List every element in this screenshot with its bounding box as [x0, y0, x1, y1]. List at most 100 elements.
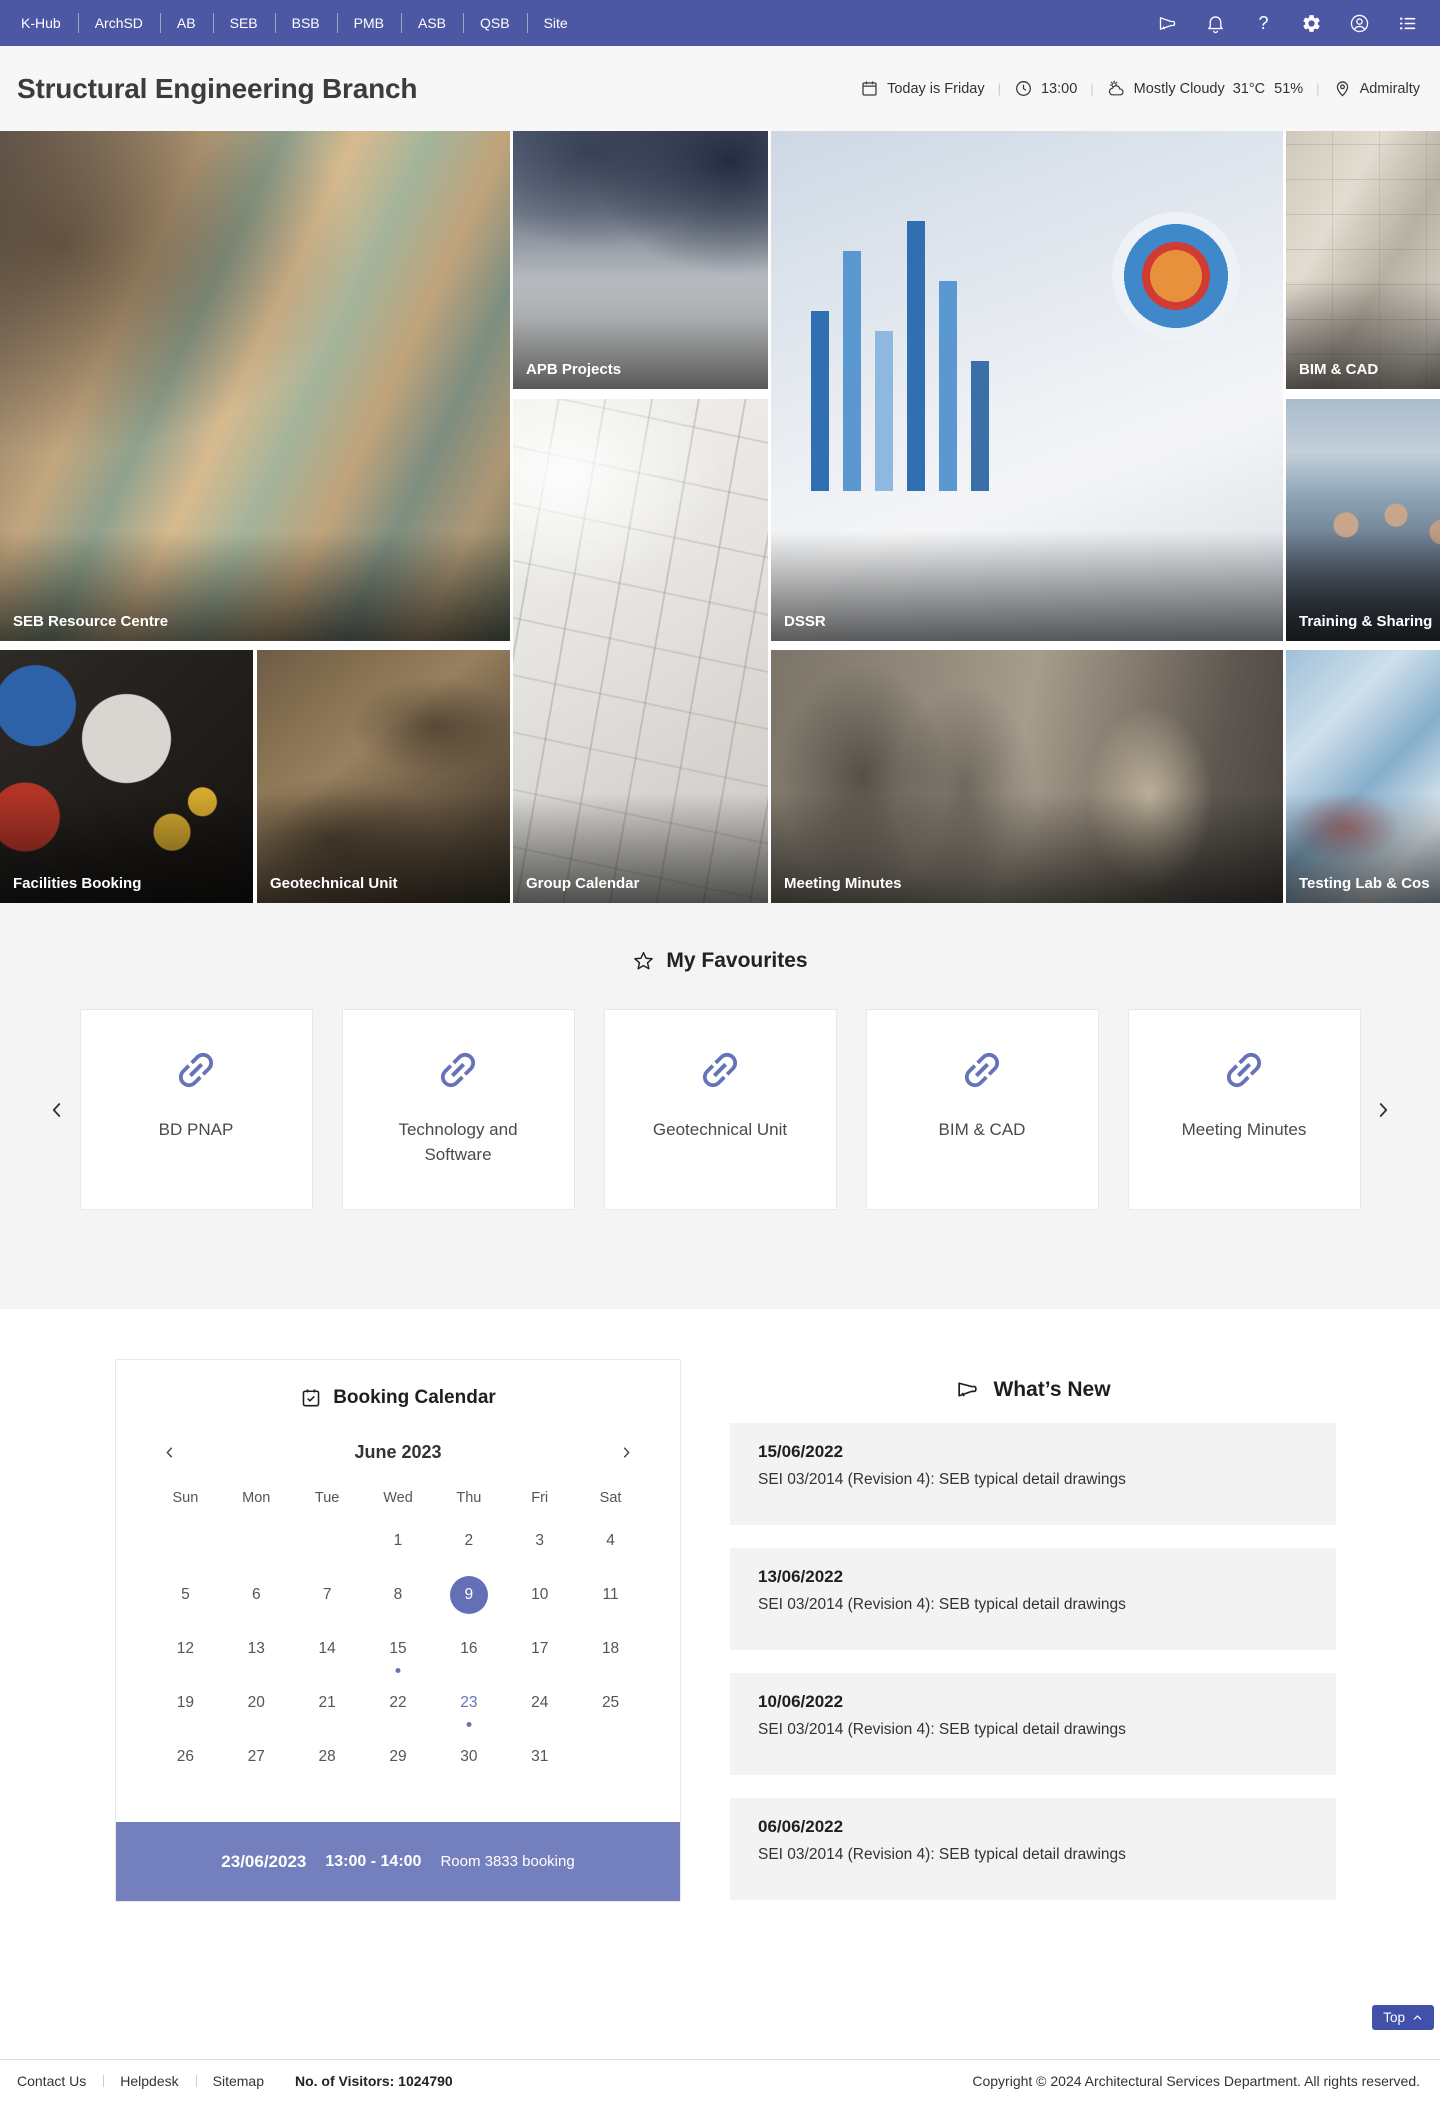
link-icon	[1220, 1046, 1268, 1094]
favourite-card-geotechnical-unit[interactable]: Geotechnical Unit	[604, 1009, 837, 1210]
favourites-row: BD PNAP Technology and Software Geotechn…	[0, 1009, 1440, 1210]
nav-item-asb[interactable]: ASB	[401, 0, 463, 46]
chevron-up-icon	[1412, 2012, 1423, 2023]
day-header: Fri	[504, 1490, 575, 1506]
footer-link-contact-us[interactable]: Contact Us	[17, 2073, 103, 2089]
whats-new-item[interactable]: 13/06/2022 SEI 03/2014 (Revision 4): SEB…	[730, 1548, 1336, 1650]
calendar-day-7[interactable]: 7	[292, 1568, 363, 1622]
calendar-day-11[interactable]: 11	[575, 1568, 646, 1622]
footer-row: Contact Us Helpdesk Sitemap No. of Visit…	[0, 2060, 1440, 2102]
tile-training-sharing[interactable]: Training & Sharing	[1286, 399, 1440, 641]
nav-item-qsb[interactable]: QSB	[463, 0, 527, 46]
tile-bim-cad[interactable]: BIM & CAD	[1286, 131, 1440, 389]
favourite-card-bd-pnap[interactable]: BD PNAP	[80, 1009, 313, 1210]
calendar-day-21[interactable]: 21	[292, 1676, 363, 1730]
clock-icon	[1014, 79, 1033, 98]
calendar-day-24[interactable]: 24	[504, 1676, 575, 1730]
tile-dssr[interactable]: DSSR	[771, 131, 1283, 641]
tile-group-calendar[interactable]: Group Calendar	[513, 399, 768, 903]
nav-item-site[interactable]: Site	[527, 0, 585, 46]
day-header: Tue	[292, 1490, 363, 1506]
nav-item-pmb[interactable]: PMB	[337, 0, 401, 46]
whats-new-list: 15/06/2022 SEI 03/2014 (Revision 4): SEB…	[730, 1423, 1336, 1900]
calendar-day-26[interactable]: 26	[150, 1730, 221, 1784]
calendar-day-14[interactable]: 14	[292, 1622, 363, 1676]
tile-geotechnical-unit[interactable]: Geotechnical Unit	[257, 650, 510, 903]
calendar-month-label: June 2023	[354, 1442, 441, 1462]
calendar-day-22[interactable]: 22	[363, 1676, 434, 1730]
list-menu-icon[interactable]	[1397, 13, 1418, 34]
nav-item-ab[interactable]: AB	[160, 0, 213, 46]
carousel-prev-icon[interactable]	[46, 1099, 68, 1121]
calendar-day-15[interactable]: 15	[363, 1622, 434, 1676]
tile-seb-resource-centre[interactable]: SEB Resource Centre	[0, 131, 510, 641]
news-date: 06/06/2022	[758, 1817, 1308, 1837]
footer-link-helpdesk[interactable]: Helpdesk	[103, 2073, 195, 2089]
calendar-day-19[interactable]: 19	[150, 1676, 221, 1730]
news-text: SEI 03/2014 (Revision 4): SEB typical de…	[758, 1721, 1308, 1739]
favourites-section: My Favourites BD PNAP Technology and Sof…	[0, 903, 1440, 1309]
calendar-day-6[interactable]: 6	[221, 1568, 292, 1622]
nav-items: K-HubArchSDABSEBBSBPMBASBQSBSite	[4, 0, 585, 46]
nav-item-seb[interactable]: SEB	[213, 0, 275, 46]
calendar-day-13[interactable]: 13	[221, 1622, 292, 1676]
event-dot	[395, 1668, 400, 1673]
top-nav-bar: K-HubArchSDABSEBBSBPMBASBQSBSite ?	[0, 0, 1440, 46]
calendar-day-29[interactable]: 29	[363, 1730, 434, 1784]
next-month-icon[interactable]	[619, 1445, 634, 1460]
calendar-day-9[interactable]: 9	[433, 1568, 504, 1622]
bell-icon[interactable]	[1205, 13, 1226, 34]
day-header: Sun	[150, 1490, 221, 1506]
calendar-day-empty	[150, 1514, 221, 1568]
whats-new-item[interactable]: 10/06/2022 SEI 03/2014 (Revision 4): SEB…	[730, 1673, 1336, 1775]
account-icon[interactable]	[1349, 13, 1370, 34]
favourite-card-meeting-minutes[interactable]: Meeting Minutes	[1128, 1009, 1361, 1210]
calendar-day-30[interactable]: 30	[433, 1730, 504, 1784]
favourite-card-technology-and-software[interactable]: Technology and Software	[342, 1009, 575, 1210]
calendar-day-20[interactable]: 20	[221, 1676, 292, 1730]
back-to-top-button[interactable]: Top	[1372, 2005, 1434, 2030]
day-header: Wed	[363, 1490, 434, 1506]
tile-meeting-minutes[interactable]: Meeting Minutes	[771, 650, 1283, 903]
calendar-day-17[interactable]: 17	[504, 1622, 575, 1676]
whats-new-item[interactable]: 15/06/2022 SEI 03/2014 (Revision 4): SEB…	[730, 1423, 1336, 1525]
calendar-day-4[interactable]: 4	[575, 1514, 646, 1568]
news-text: SEI 03/2014 (Revision 4): SEB typical de…	[758, 1471, 1308, 1489]
calendar-day-2[interactable]: 2	[433, 1514, 504, 1568]
footer-link-sitemap[interactable]: Sitemap	[196, 2073, 281, 2089]
booking-banner[interactable]: 23/06/2023 13:00 - 14:00 Room 3833 booki…	[116, 1822, 680, 1901]
calendar-day-25[interactable]: 25	[575, 1676, 646, 1730]
calendar-day-16[interactable]: 16	[433, 1622, 504, 1676]
calendar-day-3[interactable]: 3	[504, 1514, 575, 1568]
calendar-day-27[interactable]: 27	[221, 1730, 292, 1784]
weather-humidity: 51%	[1274, 81, 1303, 97]
tile-facilities-booking[interactable]: Facilities Booking	[0, 650, 253, 903]
calendar-day-18[interactable]: 18	[575, 1622, 646, 1676]
calendar-day-empty	[221, 1514, 292, 1568]
calendar-day-12[interactable]: 12	[150, 1622, 221, 1676]
calendar-day-23[interactable]: 23	[433, 1676, 504, 1730]
tile-apb-projects[interactable]: APB Projects	[513, 131, 768, 389]
whats-new-item[interactable]: 06/06/2022 SEI 03/2014 (Revision 4): SEB…	[730, 1798, 1336, 1900]
top-label: Top	[1383, 2010, 1405, 2025]
nav-item-bsb[interactable]: BSB	[275, 0, 337, 46]
nav-item-k-hub[interactable]: K-Hub	[4, 0, 78, 46]
main-section: Booking Calendar June 2023 Sun Mon Tue W…	[0, 1359, 1440, 1987]
prev-month-icon[interactable]	[162, 1445, 177, 1460]
carousel-next-icon[interactable]	[1372, 1099, 1394, 1121]
calendar-day-1[interactable]: 1	[363, 1514, 434, 1568]
tile-testing-lab[interactable]: Testing Lab & Cos	[1286, 650, 1440, 903]
tile-label: Testing Lab & Cos	[1299, 875, 1430, 892]
booking-date: 23/06/2023	[221, 1852, 306, 1872]
announcement-icon[interactable]	[1157, 13, 1178, 34]
nav-item-archsd[interactable]: ArchSD	[78, 0, 160, 46]
calendar-day-10[interactable]: 10	[504, 1568, 575, 1622]
calendar-day-8[interactable]: 8	[363, 1568, 434, 1622]
calendar-day-31[interactable]: 31	[504, 1730, 575, 1784]
calendar-day-5[interactable]: 5	[150, 1568, 221, 1622]
help-icon[interactable]: ?	[1253, 13, 1274, 34]
favourite-card-bim-cad[interactable]: BIM & CAD	[866, 1009, 1099, 1210]
gear-icon[interactable]	[1301, 13, 1322, 34]
star-icon	[632, 950, 655, 973]
calendar-day-28[interactable]: 28	[292, 1730, 363, 1784]
